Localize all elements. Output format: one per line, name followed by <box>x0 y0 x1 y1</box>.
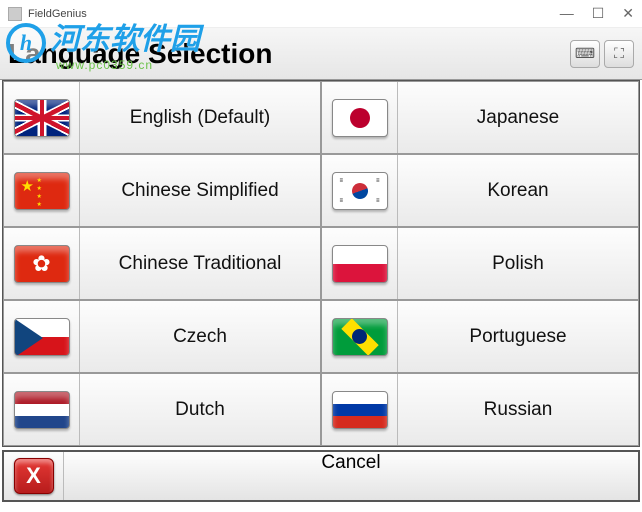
language-option-chinese-traditional[interactable]: Chinese Traditional <box>3 227 321 300</box>
flag-ru-icon <box>332 391 388 429</box>
page-title: Language Selection <box>8 38 273 70</box>
app-icon <box>8 7 22 21</box>
flag-jp-icon <box>332 99 388 137</box>
language-label: Chinese Traditional <box>80 253 320 275</box>
cancel-label: Cancel <box>64 452 638 500</box>
language-label: Dutch <box>80 399 320 421</box>
language-label: Chinese Simplified <box>80 180 320 202</box>
language-option-portuguese[interactable]: Portuguese <box>321 300 639 373</box>
language-option-chinese-simplified[interactable]: Chinese Simplified <box>3 154 321 227</box>
page-header: Language Selection ⌨ ⛶ <box>0 28 642 80</box>
flag-br-icon <box>332 318 388 356</box>
expand-button[interactable]: ⛶ <box>604 40 634 68</box>
language-option-korean[interactable]: ≡≡≡≡ Korean <box>321 154 639 227</box>
cancel-icon: X <box>14 458 54 494</box>
expand-icon: ⛶ <box>614 45 624 62</box>
keyboard-icon: ⌨ <box>575 45 595 62</box>
window-title: FieldGenius <box>28 8 87 20</box>
language-label: Portuguese <box>398 326 638 348</box>
flag-nl-icon <box>14 391 70 429</box>
language-grid: English (Default) Japanese Chinese Simpl… <box>2 80 640 447</box>
minimize-button[interactable]: — <box>560 5 574 22</box>
close-button[interactable]: ✕ <box>622 5 634 22</box>
flag-pl-icon <box>332 245 388 283</box>
flag-cn-icon <box>14 172 70 210</box>
language-option-polish[interactable]: Polish <box>321 227 639 300</box>
window-titlebar: FieldGenius — ☐ ✕ <box>0 0 642 28</box>
cancel-button[interactable]: X Cancel <box>2 450 640 502</box>
language-option-russian[interactable]: Russian <box>321 373 639 446</box>
flag-hk-icon <box>14 245 70 283</box>
maximize-button[interactable]: ☐ <box>592 5 605 22</box>
language-option-dutch[interactable]: Dutch <box>3 373 321 446</box>
language-label: Czech <box>80 326 320 348</box>
language-option-english[interactable]: English (Default) <box>3 81 321 154</box>
language-option-czech[interactable]: Czech <box>3 300 321 373</box>
language-label: Korean <box>398 180 638 202</box>
language-option-japanese[interactable]: Japanese <box>321 81 639 154</box>
keyboard-button[interactable]: ⌨ <box>570 40 600 68</box>
language-label: English (Default) <box>80 107 320 129</box>
flag-cz-icon <box>14 318 70 356</box>
language-label: Japanese <box>398 107 638 129</box>
flag-uk-icon <box>14 99 70 137</box>
language-label: Polish <box>398 253 638 275</box>
language-label: Russian <box>398 399 638 421</box>
flag-kr-icon: ≡≡≡≡ <box>332 172 388 210</box>
